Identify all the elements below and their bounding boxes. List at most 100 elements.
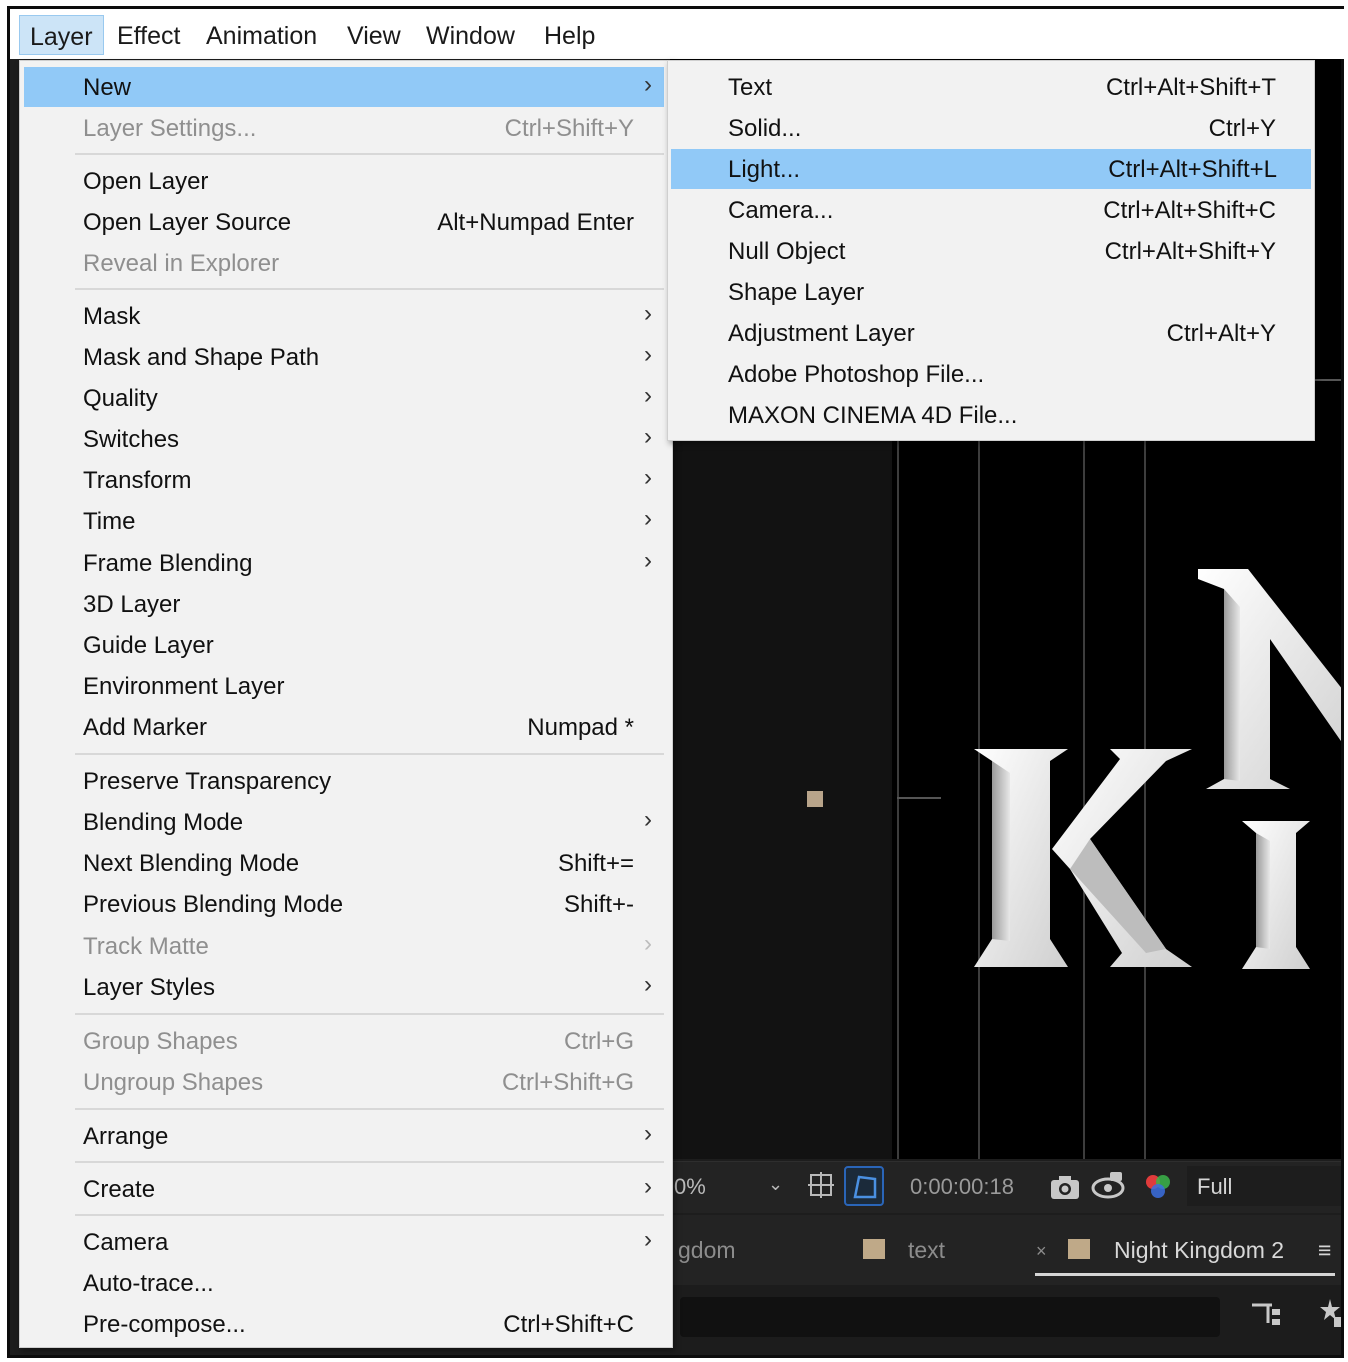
menu-animation[interactable]: Animation: [196, 15, 327, 55]
menu-item-pre-compose[interactable]: Pre-compose... Ctrl+Shift+C: [20, 1304, 672, 1344]
resolution-select[interactable]: Full: [1187, 1166, 1341, 1206]
menu-separator: [75, 753, 664, 755]
menu-window[interactable]: Window: [416, 15, 525, 55]
menu-item-new[interactable]: New ›: [24, 67, 664, 107]
menu-item-add-marker[interactable]: Add Marker Numpad *: [20, 707, 672, 747]
tab-composition-text[interactable]: text: [908, 1237, 945, 1264]
submenu-item-null-object[interactable]: Null Object Ctrl+Alt+Shift+Y: [668, 231, 1314, 271]
timeline-panel: [670, 1285, 1344, 1355]
menu-item-label: Open Layer: [83, 168, 209, 195]
submenu-item-solid[interactable]: Solid... Ctrl+Y: [668, 108, 1314, 148]
layer-anchor-marker[interactable]: [807, 791, 823, 807]
menu-item-shortcut: Numpad *: [527, 714, 634, 741]
menu-item-arrange[interactable]: Arrange ›: [20, 1116, 672, 1156]
menu-item-next-blending-mode[interactable]: Next Blending Mode Shift+=: [20, 843, 672, 883]
menu-item-reveal-in-explorer[interactable]: Reveal in Explorer: [20, 243, 672, 283]
menu-item-label: Mask: [83, 303, 141, 330]
menu-item-label: Guide Layer: [83, 632, 214, 659]
show-snapshot-icon[interactable]: [1090, 1170, 1126, 1202]
submenu-item-adobe-photoshop-file[interactable]: Adobe Photoshop File...: [668, 354, 1314, 394]
menu-item-shortcut: Alt+Numpad Enter: [437, 209, 634, 236]
menu-item-shortcut: Ctrl+Shift+G: [501, 1069, 634, 1096]
guide-line: [1310, 379, 1341, 381]
zoom-value[interactable]: 0%: [674, 1174, 706, 1200]
menu-item-previous-blending-mode[interactable]: Previous Blending Mode Shift+-: [20, 884, 672, 924]
menu-item-time[interactable]: Time ›: [20, 501, 672, 541]
menu-item-layer-settings[interactable]: Layer Settings... Ctrl+Shift+Y: [20, 108, 672, 148]
menu-item-camera[interactable]: Camera ›: [20, 1222, 672, 1262]
menu-item-switches[interactable]: Switches ›: [20, 419, 672, 459]
menu-item-label: Preserve Transparency: [83, 768, 332, 795]
chevron-right-icon: ›: [644, 71, 652, 98]
viewer-toolbar: 0% ⌄ 0:00:00:18 Full: [670, 1161, 1341, 1213]
menu-item-preserve-transparency[interactable]: Preserve Transparency: [20, 761, 672, 801]
draft-3d-icon[interactable]: [1320, 1297, 1344, 1329]
menu-item-label: Blending Mode: [83, 809, 244, 836]
tab-composition-1[interactable]: gdom: [678, 1237, 736, 1264]
menu-item-guide-layer[interactable]: Guide Layer: [20, 625, 672, 665]
menu-item-label: MAXON CINEMA 4D File...: [728, 402, 1018, 429]
menu-item-shortcut: Ctrl+Alt+Shift+L: [1108, 156, 1277, 183]
menu-item-group-shapes[interactable]: Group Shapes Ctrl+G: [20, 1021, 672, 1061]
menu-item-open-layer-source[interactable]: Open Layer Source Alt+Numpad Enter: [20, 202, 672, 242]
menu-item-label: Previous Blending Mode: [83, 891, 344, 918]
menu-view[interactable]: View: [337, 15, 411, 55]
chevron-right-icon: ›: [644, 806, 652, 833]
submenu-item-maxon-cinema-4d-file[interactable]: MAXON CINEMA 4D File...: [668, 395, 1314, 435]
chevron-right-icon: ›: [644, 341, 652, 368]
menu-item-track-matte[interactable]: Track Matte ›: [20, 926, 672, 966]
tab-night-kingdom-2[interactable]: Night Kingdom 2: [1114, 1237, 1284, 1264]
timeline-search-input[interactable]: [680, 1297, 1220, 1337]
menu-item-quality[interactable]: Quality ›: [20, 378, 672, 418]
menu-item-frame-blending[interactable]: Frame Blending ›: [20, 543, 672, 583]
camera-snapshot-icon[interactable]: [1048, 1172, 1082, 1202]
menu-item-label: Text: [728, 74, 773, 101]
menu-item-label: Camera: [83, 1229, 169, 1256]
color-channel-icon[interactable]: [1142, 1170, 1174, 1202]
menu-bar: Layer Effect Animation View Window Help: [10, 9, 1344, 59]
menu-effect[interactable]: Effect: [107, 15, 190, 55]
menu-layer[interactable]: Layer: [19, 15, 104, 55]
menu-separator: [75, 1214, 664, 1216]
chevron-right-icon: ›: [644, 547, 652, 574]
menu-item-label: Layer Settings...: [83, 115, 257, 142]
menu-item-create[interactable]: Create ›: [20, 1169, 672, 1209]
menu-item-label: Time: [83, 508, 136, 535]
flowchart-icon[interactable]: [1250, 1299, 1284, 1329]
menu-item-3d-layer[interactable]: 3D Layer: [20, 584, 672, 624]
menu-item-open-layer[interactable]: Open Layer: [20, 161, 672, 201]
menu-item-mask[interactable]: Mask ›: [20, 296, 672, 336]
submenu-item-adjustment-layer[interactable]: Adjustment Layer Ctrl+Alt+Y: [668, 313, 1314, 353]
menu-item-blending-mode[interactable]: Blending Mode ›: [20, 802, 672, 842]
menu-item-label: Transform: [83, 467, 192, 494]
menu-item-environment-layer[interactable]: Environment Layer: [20, 666, 672, 706]
menu-item-label: Open Layer Source: [83, 209, 292, 236]
menu-item-label: Switches: [83, 426, 180, 453]
grid-icon[interactable]: [806, 1170, 836, 1200]
guide-line: [897, 439, 899, 1159]
menu-item-shortcut: Ctrl+Alt+Shift+Y: [1104, 238, 1276, 265]
submenu-item-camera[interactable]: Camera... Ctrl+Alt+Shift+C: [668, 190, 1314, 230]
menu-item-ungroup-shapes[interactable]: Ungroup Shapes Ctrl+Shift+G: [20, 1062, 672, 1102]
timecode[interactable]: 0:00:00:18: [910, 1174, 1014, 1200]
new-submenu: Text Ctrl+Alt+Shift+T Solid... Ctrl+Y Li…: [667, 60, 1315, 441]
menu-item-label: Camera...: [728, 197, 834, 224]
menu-item-label: Shape Layer: [728, 279, 865, 306]
menu-item-label: Add Marker: [83, 714, 208, 741]
menu-separator: [75, 153, 664, 155]
resolution-value: Full: [1197, 1174, 1233, 1199]
submenu-item-light[interactable]: Light... Ctrl+Alt+Shift+L: [671, 149, 1311, 189]
submenu-item-text[interactable]: Text Ctrl+Alt+Shift+T: [668, 67, 1314, 107]
chevron-right-icon: ›: [644, 464, 652, 491]
chevron-down-icon[interactable]: ⌄: [768, 1174, 783, 1195]
menu-item-auto-trace[interactable]: Auto-trace...: [20, 1263, 672, 1303]
menu-item-transform[interactable]: Transform ›: [20, 460, 672, 500]
menu-item-mask-and-shape-path[interactable]: Mask and Shape Path ›: [20, 337, 672, 377]
submenu-item-shape-layer[interactable]: Shape Layer: [668, 272, 1314, 312]
menu-item-layer-styles[interactable]: Layer Styles ›: [20, 967, 672, 1007]
panel-menu-icon[interactable]: ≡: [1318, 1237, 1331, 1264]
menu-help[interactable]: Help: [534, 15, 605, 55]
close-icon[interactable]: ×: [1036, 1241, 1047, 1262]
mask-toggle-icon[interactable]: [844, 1166, 884, 1206]
menu-item-label: Adjustment Layer: [728, 320, 915, 347]
